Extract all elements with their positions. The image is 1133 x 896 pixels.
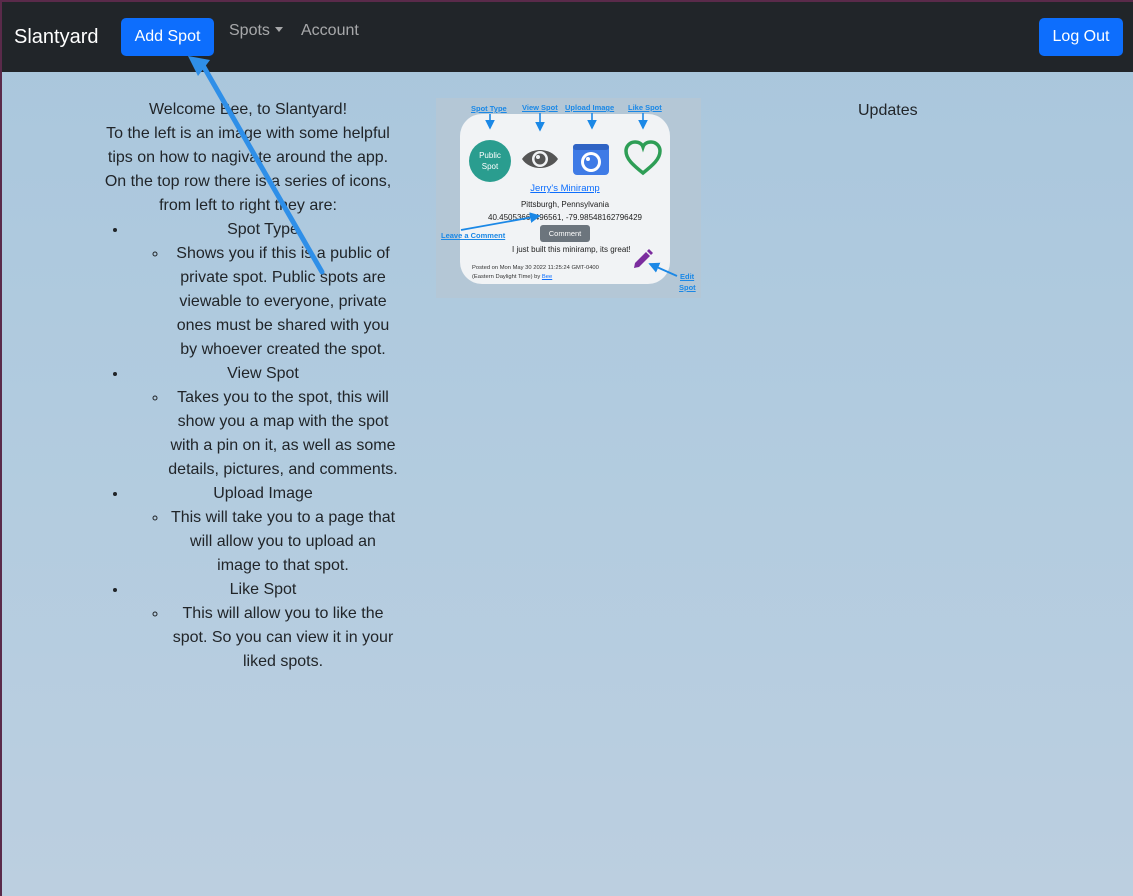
annotation-arrow <box>188 56 325 275</box>
app-window: Slantyard Add Spot Spots Account Log Out… <box>2 2 1133 896</box>
